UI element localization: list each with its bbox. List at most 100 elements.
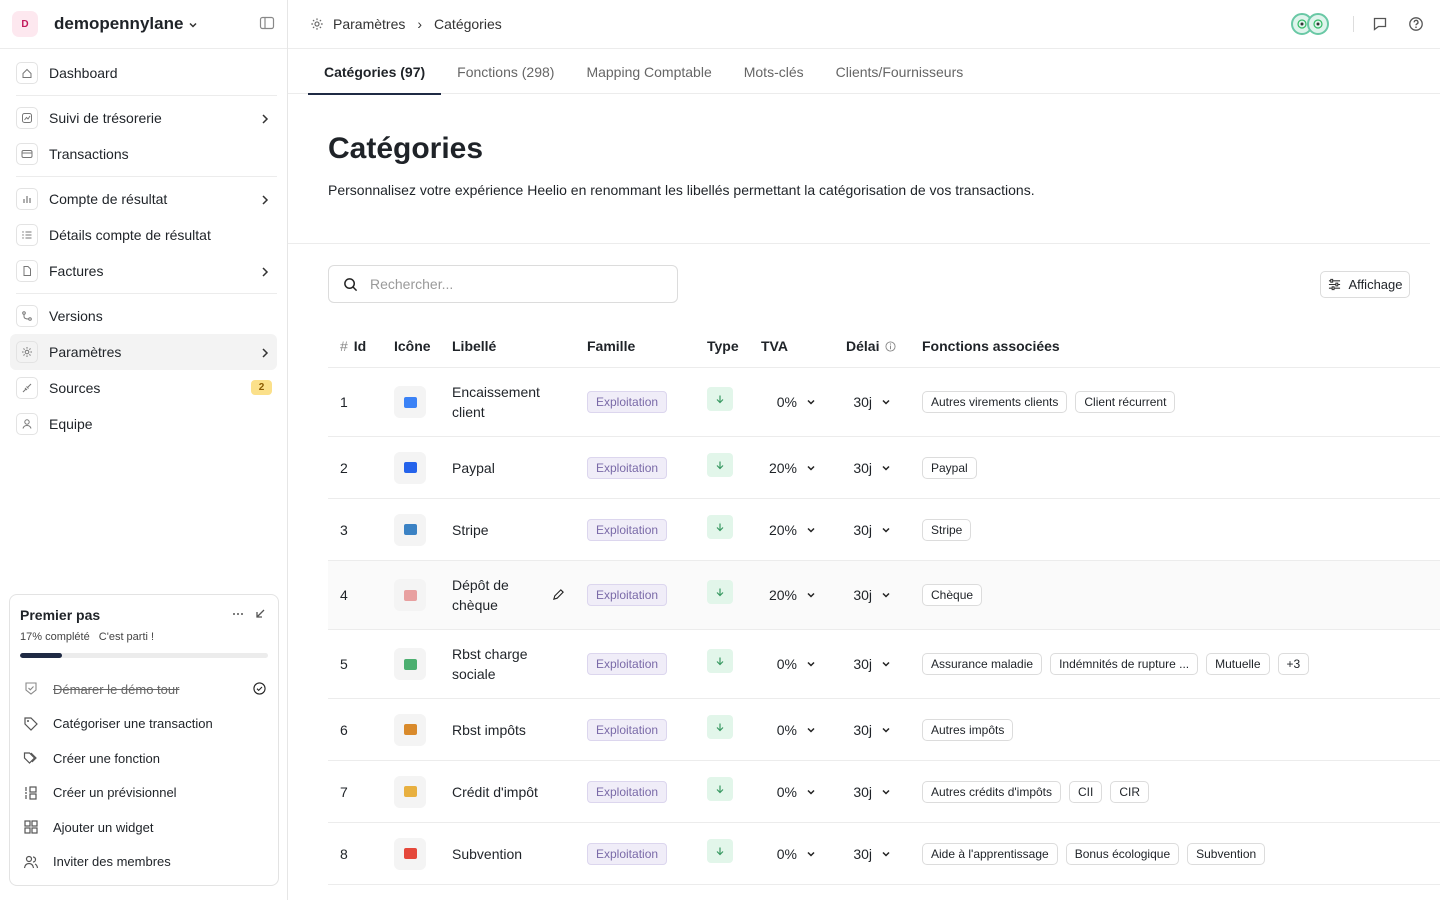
- function-chip[interactable]: Bonus écologique: [1065, 842, 1180, 865]
- tab-mots-cles[interactable]: Mots-clés: [728, 49, 820, 94]
- onboarding-step[interactable]: Démarer le démo tour: [20, 672, 268, 707]
- arrow-down-icon[interactable]: [707, 580, 733, 604]
- table-row[interactable]: 2 Paypal Exploitation 20% 30j Paypal: [328, 437, 1440, 499]
- cell-label[interactable]: Encaissement client: [452, 382, 552, 422]
- delay-select[interactable]: 30j: [846, 846, 891, 862]
- gift-icon[interactable]: [394, 837, 426, 870]
- tax-credit-icon[interactable]: [394, 775, 426, 808]
- avatar[interactable]: [1307, 13, 1329, 35]
- chevron-down-icon[interactable]: [188, 17, 198, 33]
- onboarding-step[interactable]: Ajouter un widget: [20, 810, 268, 845]
- onboarding-step[interactable]: Créer un prévisionnel: [20, 776, 268, 811]
- function-chip[interactable]: Assurance maladie: [922, 653, 1043, 675]
- table-row[interactable]: 1 Encaissement client Exploitation 0% 30j Aut…: [328, 368, 1440, 437]
- function-chip[interactable]: Client récurrent: [1075, 391, 1176, 413]
- arrow-down-icon[interactable]: [707, 838, 733, 863]
- money-bag-icon[interactable]: [394, 713, 426, 746]
- cheque-icon[interactable]: [394, 579, 426, 611]
- cell-label[interactable]: Crédit d'impôt: [452, 782, 538, 802]
- info-icon[interactable]: [885, 340, 897, 352]
- display-options-button[interactable]: Affichage: [1320, 271, 1410, 298]
- delay-select[interactable]: 30j: [846, 784, 891, 800]
- function-chip[interactable]: +3: [1277, 653, 1310, 675]
- table-row[interactable]: 7 Crédit d'impôt Exploitation 0% 30j Autres c…: [328, 761, 1440, 823]
- sidebar-item-dashboard[interactable]: Dashboard: [10, 55, 277, 91]
- family-badge[interactable]: Exploitation: [587, 518, 668, 541]
- sidebar-item-details-compte-de-resultat[interactable]: Détails compte de résultat: [10, 217, 277, 253]
- search-box[interactable]: [328, 265, 678, 303]
- cell-label[interactable]: Rbst impôts: [452, 720, 526, 740]
- arrow-down-icon[interactable]: [707, 714, 733, 739]
- function-chip[interactable]: Indémnités de rupture ...: [1050, 653, 1199, 675]
- more-icon[interactable]: [232, 607, 244, 623]
- col-type[interactable]: Type: [707, 338, 761, 354]
- sidebar-item-suivi-de-tresorerie[interactable]: Suivi de trésorerie: [10, 100, 277, 136]
- function-chip[interactable]: Mutuelle: [1206, 653, 1270, 675]
- cell-label[interactable]: Dépôt de chèque: [452, 575, 552, 615]
- onboarding-step[interactable]: Catégoriser une transaction: [20, 707, 268, 742]
- function-chip[interactable]: Aide à l'apprentissage: [922, 842, 1058, 865]
- comment-icon[interactable]: [1372, 16, 1388, 32]
- delay-select[interactable]: 30j: [846, 587, 891, 603]
- arrow-down-icon[interactable]: [707, 452, 733, 477]
- tva-select[interactable]: 20%: [761, 587, 816, 603]
- function-chip[interactable]: CIR: [1110, 780, 1150, 803]
- tva-select[interactable]: 0%: [761, 656, 816, 672]
- social-charge-icon[interactable]: [394, 648, 426, 680]
- family-badge[interactable]: Exploitation: [587, 653, 668, 675]
- sidebar-item-parametres[interactable]: Paramètres: [10, 334, 277, 370]
- sidebar-item-equipe[interactable]: Equipe: [10, 406, 277, 442]
- col-icon[interactable]: Icône: [380, 338, 452, 354]
- function-chip[interactable]: Paypal: [922, 456, 977, 479]
- sidebar-item-versions[interactable]: Versions: [10, 298, 277, 334]
- tab-mapping-comptable[interactable]: Mapping Comptable: [570, 49, 727, 94]
- col-tva[interactable]: TVA: [761, 338, 846, 354]
- table-row[interactable]: 3 Stripe Exploitation 20% 30j Stripe: [328, 499, 1440, 561]
- presence-avatars[interactable]: [1291, 13, 1329, 35]
- family-badge[interactable]: Exploitation: [587, 584, 668, 606]
- col-family[interactable]: Famille: [587, 338, 707, 354]
- function-chip[interactable]: Stripe: [922, 518, 972, 541]
- col-id[interactable]: Id: [354, 338, 366, 354]
- tab-fonctions-298[interactable]: Fonctions (298): [441, 49, 570, 94]
- cell-label[interactable]: Paypal: [452, 458, 495, 478]
- cell-label[interactable]: Stripe: [452, 520, 489, 540]
- sidebar-item-compte-de-resultat[interactable]: Compte de résultat: [10, 181, 277, 217]
- tab-categories-97[interactable]: Catégories (97): [308, 49, 442, 95]
- arrow-down-icon[interactable]: [707, 387, 733, 411]
- family-badge[interactable]: Exploitation: [587, 780, 668, 803]
- family-badge[interactable]: Exploitation: [587, 842, 668, 865]
- table-row[interactable]: 8 Subvention Exploitation 0% 30j Aide à l'app…: [328, 823, 1440, 885]
- sidebar-item-sources[interactable]: Sources 2: [10, 370, 277, 406]
- search-input[interactable]: [370, 276, 650, 292]
- tva-select[interactable]: 20%: [761, 460, 816, 476]
- tva-select[interactable]: 0%: [761, 722, 816, 738]
- function-chip[interactable]: CII: [1069, 780, 1103, 803]
- delay-select[interactable]: 30j: [846, 722, 891, 738]
- delay-select[interactable]: 30j: [846, 656, 891, 672]
- onboarding-step[interactable]: Créer une fonction: [20, 741, 268, 776]
- function-chip[interactable]: Autres crédits d'impôts: [922, 780, 1062, 803]
- workspace-switcher[interactable]: D demopennylane: [0, 0, 287, 49]
- help-icon[interactable]: [1408, 16, 1424, 32]
- table-row[interactable]: 4 Dépôt de chèque Exploitation 20% 30j Chèque: [328, 561, 1440, 630]
- family-badge[interactable]: Exploitation: [587, 456, 668, 479]
- tva-select[interactable]: 20%: [761, 522, 816, 538]
- breadcrumb-root[interactable]: Paramètres: [333, 16, 405, 32]
- delay-select[interactable]: 30j: [846, 522, 891, 538]
- workspace-name[interactable]: demopennylane: [54, 14, 183, 34]
- tab-clients-fournisseurs[interactable]: Clients/Fournisseurs: [820, 49, 980, 94]
- credit-card-icon[interactable]: [394, 513, 426, 546]
- sidebar-item-transactions[interactable]: Transactions: [10, 136, 277, 172]
- sidebar-toggle-icon[interactable]: [259, 15, 275, 34]
- function-chip[interactable]: Chèque: [922, 584, 983, 606]
- family-badge[interactable]: Exploitation: [587, 391, 668, 413]
- table-row[interactable]: 6 Rbst impôts Exploitation 0% 30j Autres impô…: [328, 699, 1440, 761]
- arrow-down-icon[interactable]: [707, 514, 733, 539]
- function-chip[interactable]: Autres virements clients: [922, 391, 1068, 413]
- col-delay[interactable]: Délai: [846, 338, 879, 354]
- delay-select[interactable]: 30j: [846, 460, 891, 476]
- delay-select[interactable]: 30j: [846, 394, 891, 410]
- tva-select[interactable]: 0%: [761, 846, 816, 862]
- col-label[interactable]: Libellé: [452, 338, 587, 354]
